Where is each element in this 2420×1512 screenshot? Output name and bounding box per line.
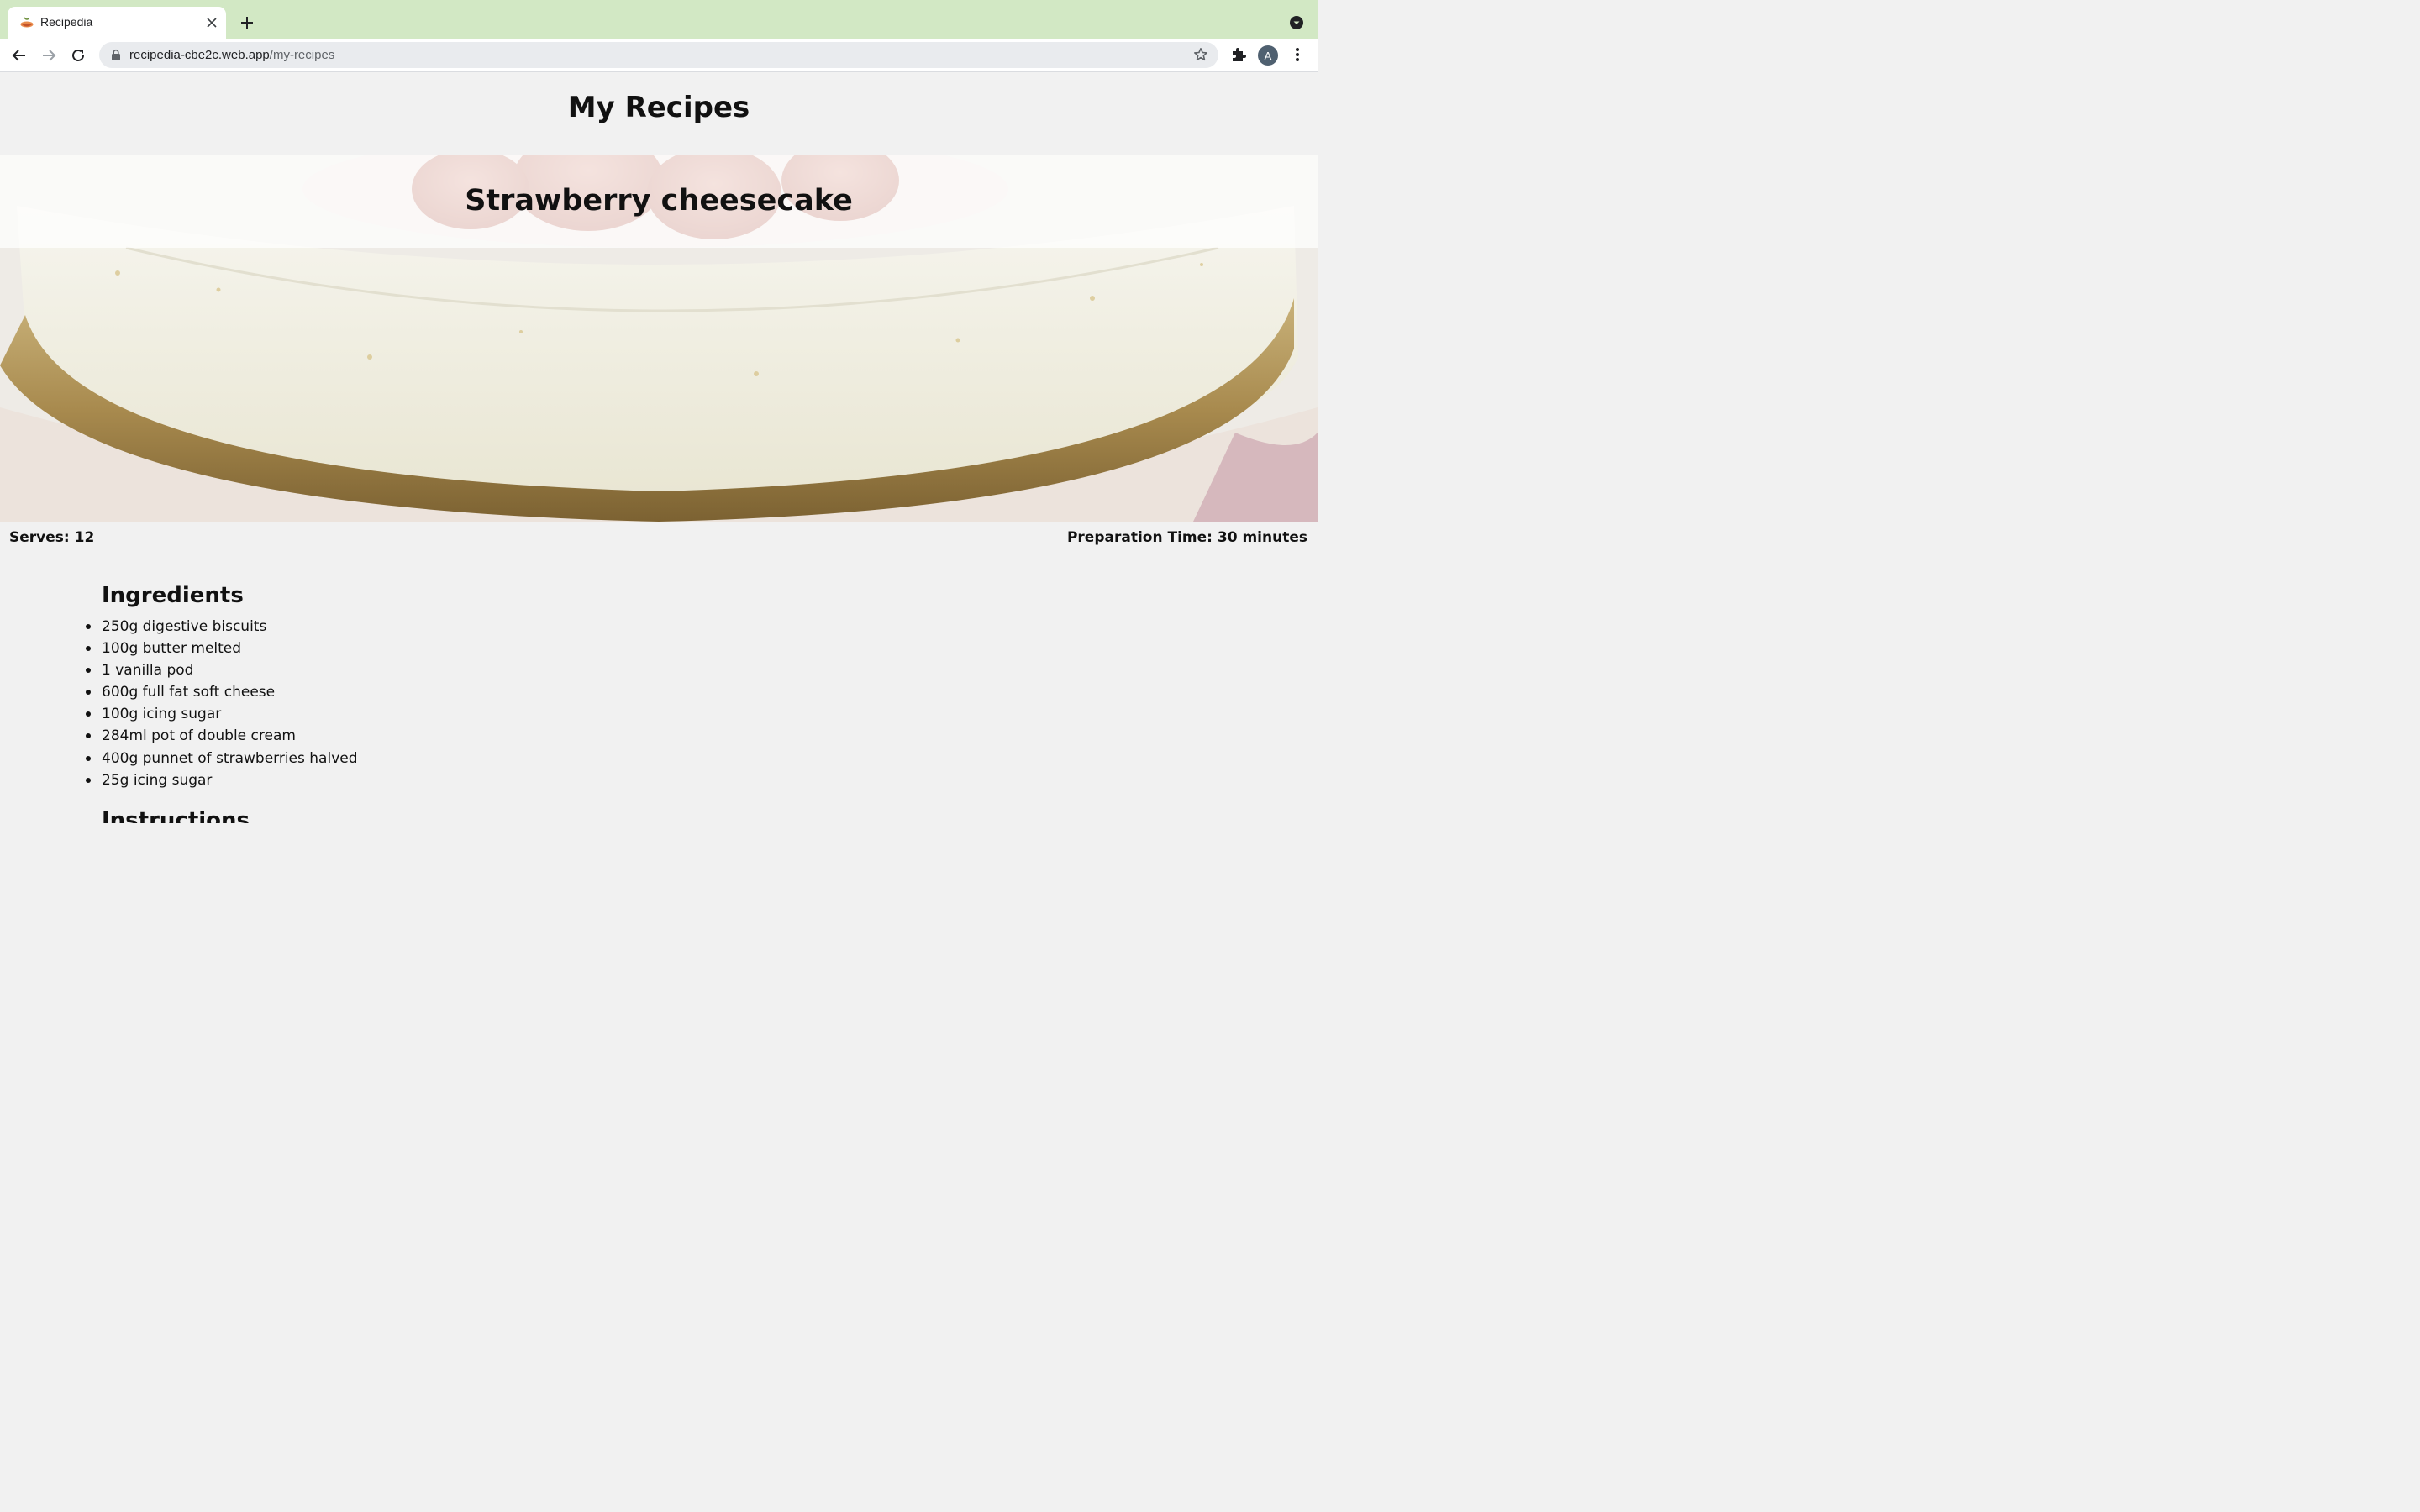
page-header: My Recipes [0, 72, 1318, 155]
list-item: 400g punnet of strawberries halved [85, 749, 358, 771]
list-item: 600g full fat soft cheese [85, 683, 358, 705]
serves-info: Serves: 12 [9, 529, 94, 546]
url-text[interactable]: recipedia-cbe2c.web.app/my-recipes [129, 48, 334, 62]
url-path: /my-recipes [269, 48, 335, 62]
prep-time-info: Preparation Time: 30 minutes [1067, 529, 1307, 546]
address-bar[interactable]: recipedia-cbe2c.web.app/my-recipes [99, 42, 1218, 68]
back-icon[interactable] [10, 46, 29, 65]
tab-search-icon[interactable] [1290, 16, 1303, 29]
new-tab-icon[interactable] [238, 13, 256, 32]
ingredients-heading: Ingredients [102, 583, 244, 608]
browser-toolbar: recipedia-cbe2c.web.app/my-recipes [0, 39, 1318, 72]
forward-icon[interactable] [39, 46, 58, 65]
recipe-meta: Serves: 12 Preparation Time: 30 minutes [0, 528, 1318, 549]
recipe-hero: Strawberry cheesecake [0, 155, 1318, 522]
close-tab-icon[interactable] [204, 15, 219, 30]
tab-strip: Recipedia [0, 0, 1318, 39]
url-domain: recipedia-cbe2c.web.app [129, 48, 270, 62]
list-item: 100g icing sugar [85, 705, 358, 727]
kebab-menu-icon[interactable] [1291, 46, 1304, 63]
browser-window: Recipedia recipedia-cbe2c.web.app/my-rec… [0, 0, 1318, 823]
list-item: 250g digestive biscuits [85, 617, 358, 639]
serves-value: 12 [74, 529, 95, 546]
tab-recipedia[interactable]: Recipedia [8, 7, 226, 39]
lock-icon[interactable] [110, 49, 122, 61]
reload-icon[interactable] [69, 46, 87, 65]
extensions-puzzle-icon[interactable] [1230, 46, 1247, 63]
ingredients-list: 250g digestive biscuits 100g butter melt… [85, 617, 358, 793]
profile-avatar[interactable]: A [1258, 45, 1278, 66]
list-item: 1 vanilla pod [85, 661, 358, 683]
prep-time-value: 30 minutes [1217, 529, 1307, 546]
list-item: 100g butter melted [85, 639, 358, 661]
instructions-heading: Instructions [102, 808, 250, 823]
page-title: My Recipes [567, 91, 750, 124]
recipe-bowl-icon [20, 17, 34, 28]
recipe-title: Strawberry cheesecake [465, 184, 853, 218]
list-item: 25g icing sugar [85, 771, 358, 793]
list-item: 284ml pot of double cream [85, 727, 358, 748]
tab-title: Recipedia [40, 15, 93, 29]
bookmark-star-icon[interactable] [1193, 47, 1208, 62]
serves-label: Serves: [9, 529, 70, 546]
prep-time-label: Preparation Time: [1066, 529, 1213, 546]
